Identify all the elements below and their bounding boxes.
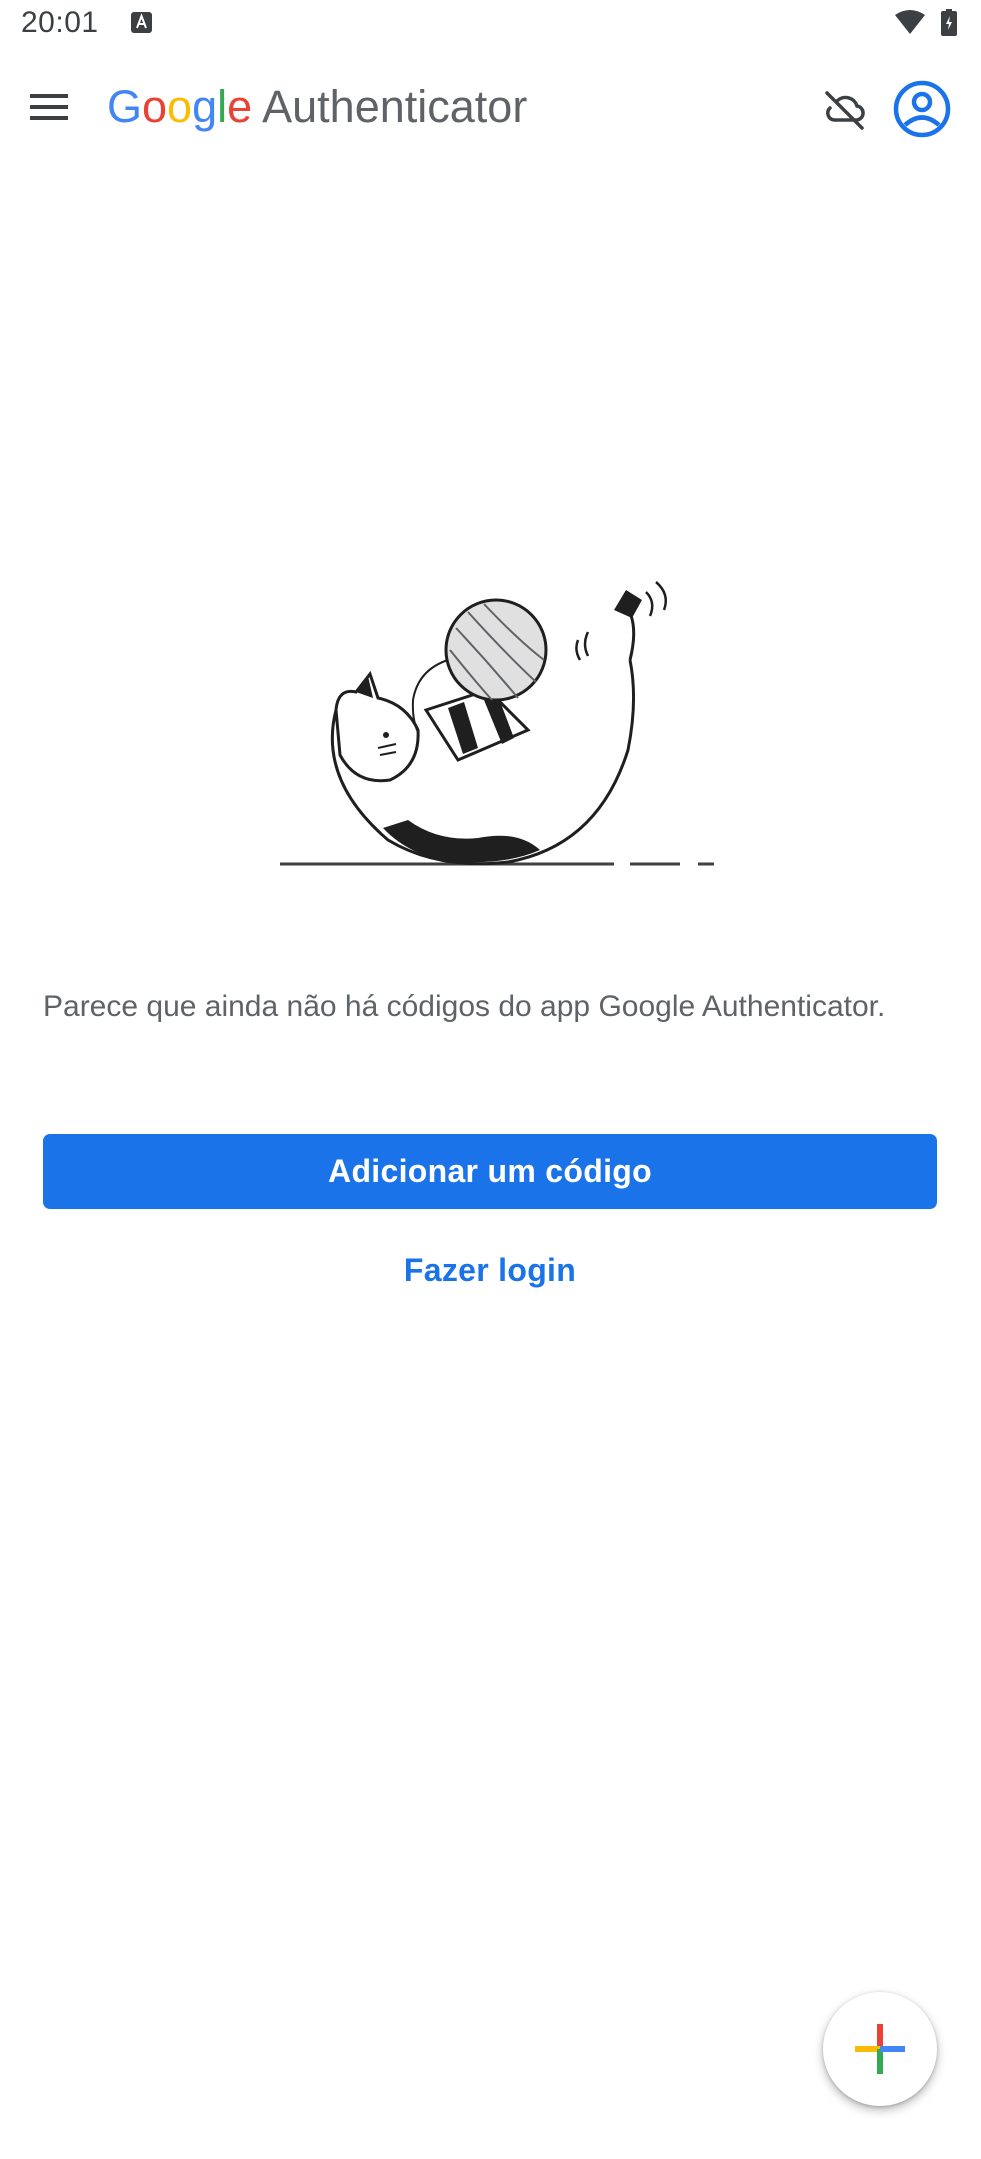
logo-letter: o	[142, 81, 168, 132]
wifi-icon	[895, 10, 925, 34]
plus-icon	[855, 2024, 905, 2074]
logo-letter: g	[192, 81, 218, 132]
add-code-button[interactable]: Adicionar um código	[43, 1134, 937, 1209]
status-bar: 20:01	[0, 0, 981, 48]
app-title: Google Authenticator	[107, 81, 527, 133]
add-fab[interactable]	[823, 1992, 937, 2106]
cloud-off-icon[interactable]	[820, 84, 870, 134]
login-link[interactable]: Fazer login	[340, 1245, 640, 1295]
product-name: Authenticator	[262, 81, 528, 132]
battery-icon	[941, 9, 957, 36]
logo-letter: G	[107, 81, 143, 132]
status-time: 20:01	[21, 6, 99, 39]
empty-state-message: Parece que ainda não há códigos do app G…	[43, 990, 886, 1023]
logo-letter: e	[227, 81, 253, 132]
google-logo: Google	[107, 81, 252, 132]
logo-letter: o	[167, 81, 193, 132]
notification-a-icon	[131, 12, 152, 33]
logo-letter: l	[217, 81, 228, 132]
account-circle-icon[interactable]	[893, 80, 951, 138]
cat-illustration	[280, 581, 714, 866]
menu-icon[interactable]	[20, 82, 78, 132]
app-bar: Google Authenticator	[0, 62, 981, 152]
